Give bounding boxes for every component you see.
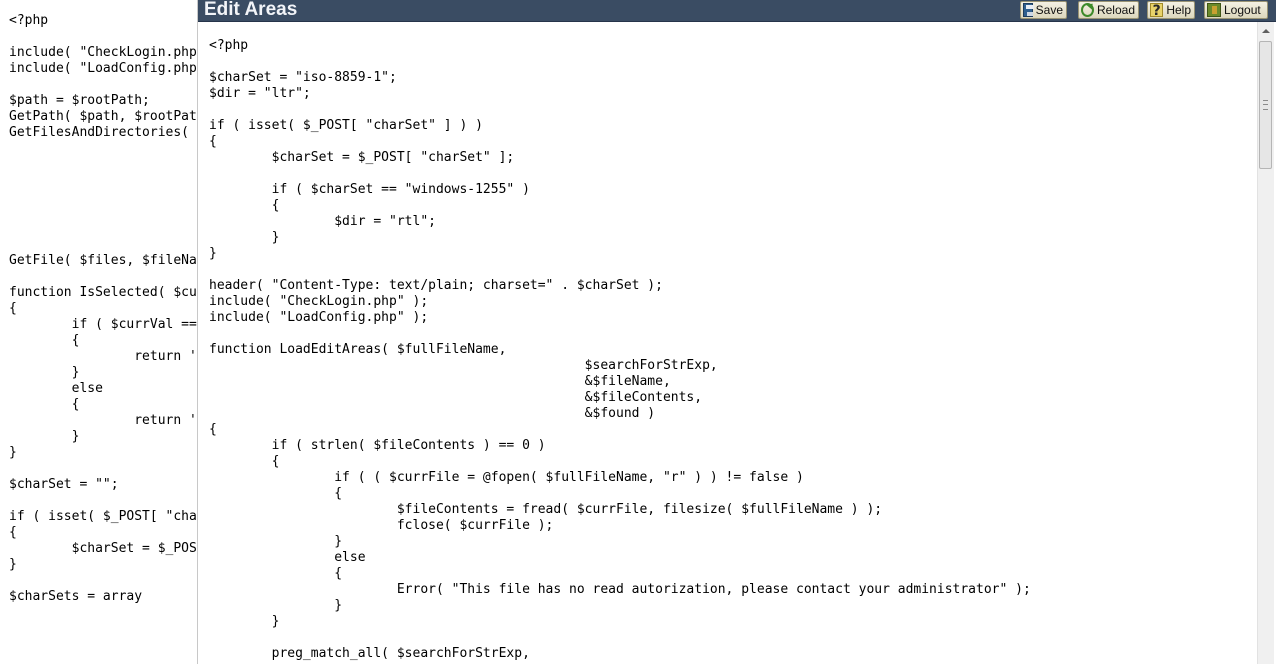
reload-button-label: Reload xyxy=(1096,3,1135,17)
background-editor-pane: <?php include( "CheckLogin.php include( … xyxy=(0,0,197,664)
background-code-line: $path = $rootPath; xyxy=(9,93,150,108)
background-code-line: GetPath( $path, $rootPat xyxy=(9,109,197,124)
background-code-line: else xyxy=(9,381,103,396)
background-code-line: } xyxy=(9,365,80,380)
logout-door-icon xyxy=(1207,3,1221,17)
editor-line: } xyxy=(209,614,280,629)
reload-button[interactable]: Reload xyxy=(1078,1,1139,19)
editor-line: } xyxy=(209,246,217,261)
editor-line: { xyxy=(209,422,217,437)
background-code-line: return ' xyxy=(9,349,197,364)
editor-line: preg_match_all( $searchForStrExp, xyxy=(209,646,530,661)
editor-line: $dir = "ltr"; xyxy=(209,86,311,101)
scrollbar-grip-icon xyxy=(1263,100,1268,110)
help-button-label: Help xyxy=(1166,3,1191,17)
background-code-line: function IsSelected( $cu xyxy=(9,285,197,300)
background-code-line: return ' xyxy=(9,413,197,428)
editor-line: { xyxy=(209,486,343,501)
background-code-line: include( "LoadConfig.php xyxy=(9,61,197,76)
background-code-line: if ( isset( $_POST[ "cha xyxy=(9,509,197,524)
editor-line: if ( isset( $_POST[ "charSet" ] ) ) xyxy=(209,118,483,133)
editor-line: if ( $charSet == "windows-1255" ) xyxy=(209,182,530,197)
editor-line: &$found ) xyxy=(209,406,656,421)
editor-line: { xyxy=(209,134,217,149)
editor-line: $charSet = "iso-8859-1"; xyxy=(209,70,397,85)
editor-line: $searchForStrExp, xyxy=(209,358,718,373)
editor-line: } xyxy=(209,598,343,613)
background-code-line: { xyxy=(9,333,80,348)
editor-line: } xyxy=(209,230,280,245)
editor-line: function LoadEditAreas( $fullFileName, xyxy=(209,342,507,357)
editor-line: } xyxy=(209,534,343,549)
background-code-line: <?php xyxy=(9,13,49,28)
editor-line: include( "CheckLogin.php" ); xyxy=(209,294,429,309)
editor-line: if ( ( $currFile = @fopen( $fullFileName… xyxy=(209,470,804,485)
logout-button[interactable]: Logout xyxy=(1204,1,1268,19)
editor-line: &$fileName, xyxy=(209,374,671,389)
background-code-line: { xyxy=(9,301,17,316)
background-code-text: <?php include( "CheckLogin.php include( … xyxy=(9,13,197,605)
editor-line: { xyxy=(209,198,280,213)
background-code-line: { xyxy=(9,525,17,540)
background-code-line: GetFilesAndDirectories( xyxy=(9,125,190,140)
help-button[interactable]: ? Help xyxy=(1147,1,1195,19)
reload-icon xyxy=(1081,3,1094,17)
editor-line: fclose( $currFile ); xyxy=(209,518,554,533)
editor-line: $dir = "rtl"; xyxy=(209,214,436,229)
background-code-line: } xyxy=(9,429,80,444)
editor-line: &$fileContents, xyxy=(209,390,703,405)
save-button[interactable]: Save xyxy=(1020,1,1067,19)
editor-code-text[interactable]: <?php $charSet = "iso-8859-1"; $dir = "l… xyxy=(209,38,1031,662)
editor-line: { xyxy=(209,454,280,469)
editor-line: $fileContents = fread( $currFile, filesi… xyxy=(209,502,883,517)
editor-line: header( "Content-Type: text/plain; chars… xyxy=(209,278,663,293)
background-code-line: $charSet = ""; xyxy=(9,477,119,492)
window-titlebar: Edit Areas Save Reload ? Help Logout xyxy=(198,0,1276,22)
editor-line: $charSet = $_POST[ "charSet" ]; xyxy=(209,150,515,165)
scroll-up-arrow-icon[interactable] xyxy=(1258,22,1274,39)
editor-line: Error( "This file has no read autorizati… xyxy=(209,582,1031,597)
background-code-line: } xyxy=(9,557,17,572)
window-title: Edit Areas xyxy=(204,0,298,20)
background-code-line: $charSets = array xyxy=(9,589,143,604)
logout-button-label: Logout xyxy=(1224,3,1261,17)
background-code-line: { xyxy=(9,397,80,412)
editor-line: { xyxy=(209,566,343,581)
editor-line: else xyxy=(209,550,366,565)
help-icon: ? xyxy=(1150,3,1164,18)
background-code-line: $charSet = $_POS xyxy=(9,541,197,556)
save-button-label: Save xyxy=(1035,3,1063,17)
editor-line: include( "LoadConfig.php" ); xyxy=(209,310,429,325)
editor-line: <?php xyxy=(209,38,249,53)
background-code-line: GetFile( $files, $fileNa xyxy=(9,253,197,268)
vertical-scrollbar[interactable] xyxy=(1257,22,1274,664)
edit-areas-window: Edit Areas Save Reload ? Help Logout <?p… xyxy=(197,0,1276,664)
code-editor[interactable]: <?php $charSet = "iso-8859-1"; $dir = "l… xyxy=(198,22,1257,664)
background-code-line: } xyxy=(9,445,17,460)
background-code-line: include( "CheckLogin.php xyxy=(9,45,197,60)
editor-line: if ( strlen( $fileContents ) == 0 ) xyxy=(209,438,546,453)
scrollbar-thumb[interactable] xyxy=(1259,41,1272,169)
floppy-disk-icon xyxy=(1023,3,1034,17)
background-code-line: if ( $currVal == xyxy=(9,317,197,332)
